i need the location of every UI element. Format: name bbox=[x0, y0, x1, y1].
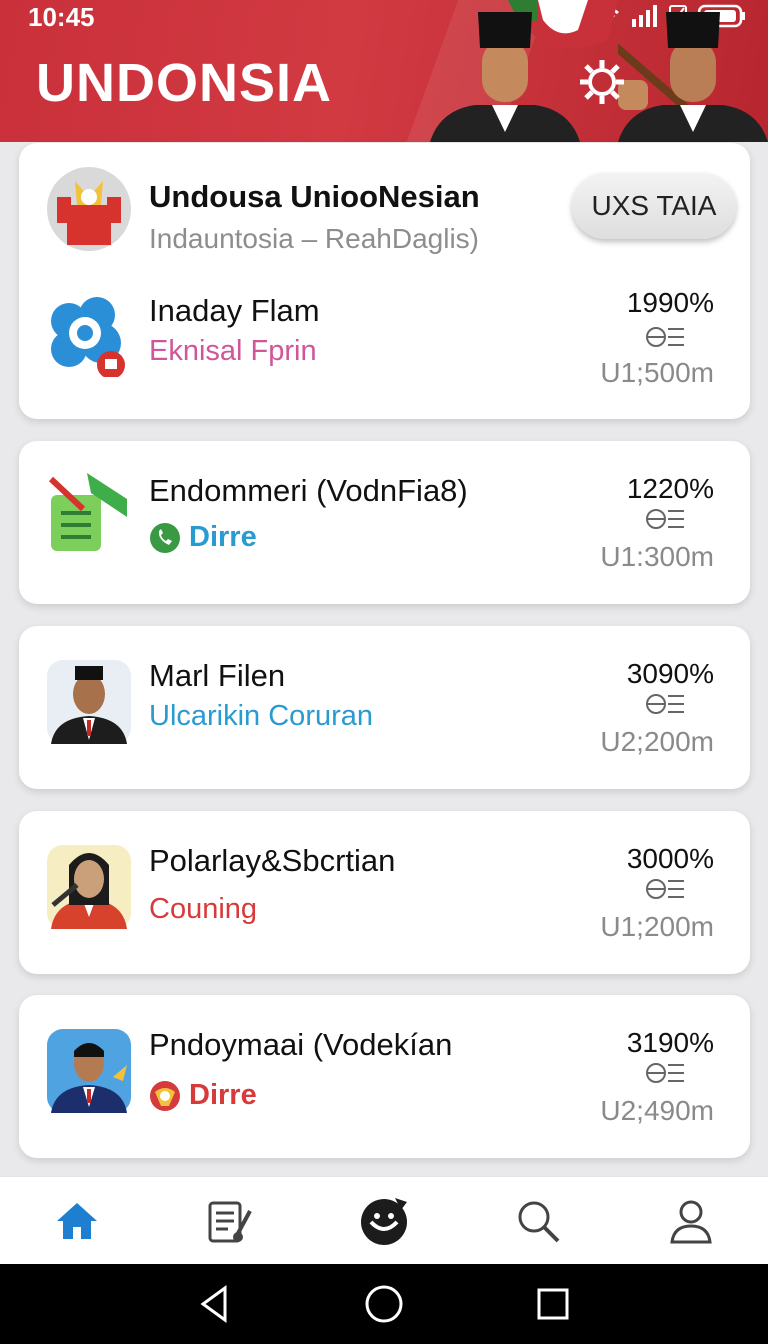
home-system-button[interactable] bbox=[354, 1274, 414, 1334]
item-percent: 3190% bbox=[626, 1027, 714, 1058]
list-card[interactable]: Polarlay&Sbcrtian Couning 3000% U1;200m bbox=[19, 811, 750, 974]
nav-profile[interactable] bbox=[651, 1181, 731, 1261]
status-time: 10:45 bbox=[28, 2, 95, 32]
item-name: Polarlay&Sbcrtian bbox=[149, 843, 396, 878]
nav-search[interactable] bbox=[498, 1181, 578, 1261]
item-amount: U1;500m bbox=[600, 357, 714, 388]
list-item[interactable]: Marl Filen Ulcarikin Coruran 3090% U2;20… bbox=[19, 652, 750, 762]
item-name: Pndoymaai (Vodekían bbox=[149, 1027, 453, 1062]
face-badge-icon bbox=[360, 1197, 407, 1245]
item-subtitle: Eknisal Fprin bbox=[149, 335, 317, 368]
recents-button[interactable] bbox=[523, 1274, 583, 1334]
document-edit-icon bbox=[208, 1201, 253, 1242]
item-subtitle-text: Dirre bbox=[189, 521, 257, 553]
recents-icon bbox=[537, 1288, 569, 1320]
nav-home[interactable] bbox=[37, 1181, 117, 1261]
globe-list-icon bbox=[646, 694, 684, 714]
bottom-nav bbox=[0, 1176, 768, 1264]
profile-action-button[interactable]: UXS TAIA bbox=[572, 173, 736, 239]
item-subtitle: Couning bbox=[149, 893, 257, 926]
portrait-left bbox=[430, 12, 580, 142]
item-subtitle-text: Eknisal Fprin bbox=[149, 335, 317, 367]
nav-documents[interactable] bbox=[190, 1181, 270, 1261]
circle-home-icon bbox=[365, 1285, 403, 1323]
nav-badge[interactable] bbox=[344, 1181, 424, 1261]
item-percent: 1220% bbox=[626, 473, 714, 504]
item-subtitle: Dirre bbox=[149, 521, 257, 554]
item-amount: U1;200m bbox=[600, 911, 714, 942]
item-name: Endommeri (VodnFia8) bbox=[149, 473, 468, 508]
search-icon bbox=[518, 1201, 559, 1242]
profile-name: Undousa UniooNesian bbox=[149, 179, 480, 214]
globe-list-icon bbox=[646, 1063, 684, 1083]
list-card[interactable]: Marl Filen Ulcarikin Coruran 3090% U2;20… bbox=[19, 626, 750, 789]
list-item[interactable]: Polarlay&Sbcrtian Couning 3000% U1;200m bbox=[19, 837, 750, 947]
item-subtitle-text: Dirre bbox=[189, 1079, 257, 1111]
globe-list-icon bbox=[646, 327, 684, 347]
item-subtitle-text: Ulcarikin Coruran bbox=[149, 700, 374, 732]
profile-subtitle: Indauntosia – ReahDaglis) bbox=[149, 223, 479, 254]
globe-list-icon bbox=[646, 509, 684, 529]
gear-badge-icon bbox=[51, 297, 125, 377]
item-percent: 3090% bbox=[626, 658, 714, 689]
portrait-right bbox=[618, 12, 768, 142]
item-percent: 1990% bbox=[626, 287, 714, 318]
back-button[interactable] bbox=[185, 1274, 245, 1334]
item-subtitle: Dirre bbox=[149, 1079, 257, 1112]
person-avatar bbox=[47, 845, 131, 929]
person-avatar bbox=[47, 660, 131, 744]
list-card[interactable]: Endommeri (VodnFia8) Dirre 1220% U1:300m bbox=[19, 441, 750, 604]
app-header: 10:45 UNDONSIA bbox=[0, 0, 768, 142]
item-amount: U2;490m bbox=[600, 1095, 714, 1126]
item-amount: U2;200m bbox=[600, 726, 714, 757]
list-item[interactable]: Endommeri (VodnFia8) Dirre 1220% U1:300m bbox=[19, 467, 750, 577]
app-title: UNDONSIA bbox=[36, 53, 333, 113]
item-amount: U1:300m bbox=[600, 541, 714, 572]
globe-list-icon bbox=[646, 879, 684, 899]
back-icon bbox=[200, 1285, 227, 1323]
list-item[interactable]: Pndoymaai (Vodekían Dirre 3190% U2;490m bbox=[19, 1021, 750, 1131]
badge-icon bbox=[150, 1080, 180, 1111]
profile-card: Undousa UniooNesian Indauntosia – ReahDa… bbox=[19, 143, 750, 419]
home-icon bbox=[56, 1202, 97, 1239]
item-subtitle-text: Couning bbox=[149, 893, 258, 925]
list-card[interactable]: Pndoymaai (Vodekían Dirre 3190% U2;490m bbox=[19, 995, 750, 1158]
item-percent: 3000% bbox=[626, 843, 714, 874]
system-nav-bar bbox=[0, 1264, 768, 1344]
item-name: Marl Filen bbox=[149, 658, 286, 693]
person-avatar bbox=[47, 1029, 131, 1113]
item-subtitle: Ulcarikin Coruran bbox=[149, 700, 373, 733]
phone-icon bbox=[150, 522, 180, 553]
settings-gear-icon[interactable] bbox=[578, 58, 626, 106]
list-item[interactable]: Inaday Flam Eknisal Fprin 1990% U1;500m bbox=[19, 281, 750, 391]
profile-avatar bbox=[47, 167, 131, 251]
document-icon bbox=[48, 473, 127, 551]
item-name: Inaday Flam bbox=[149, 293, 320, 328]
user-icon bbox=[670, 1200, 712, 1243]
